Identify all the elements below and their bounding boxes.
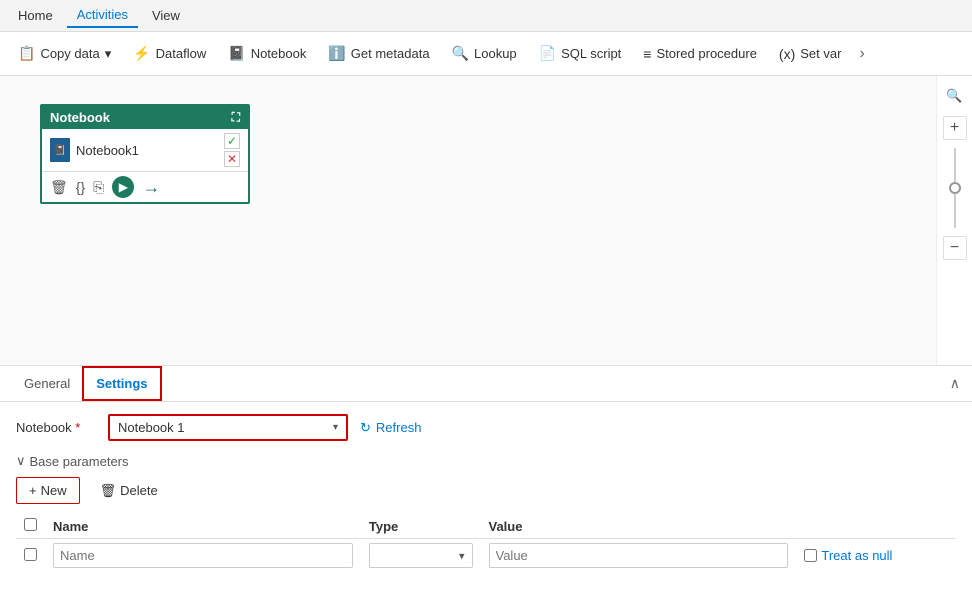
status-x-icon: ✕	[224, 151, 240, 167]
treat-null-checkbox[interactable]	[804, 549, 817, 562]
name-input[interactable]	[53, 543, 353, 568]
nav-view[interactable]: View	[142, 4, 190, 27]
notebook-block-actions: 🗑 {} ⎘ ▶ →	[42, 172, 248, 202]
refresh-icon: ↻	[360, 420, 371, 436]
notebook-dropdown[interactable]: Notebook 1 ▾	[108, 414, 348, 441]
row-treat-null-cell: Treat as null	[796, 539, 956, 573]
toolbar: 📋 Copy data ▾ ⚡ Dataflow 📓 Notebook ℹ️ G…	[0, 32, 972, 76]
plus-icon: +	[29, 483, 37, 498]
status-icons: ✓ ✕	[224, 133, 240, 167]
canvas[interactable]: Notebook ⛶ 📓 Notebook1 ✓ ✕ 🗑 {} ⎘ ▶ →	[0, 76, 936, 365]
copy-data-icon: 📋	[18, 45, 35, 62]
th-type: Type	[361, 514, 481, 539]
stored-procedure-button[interactable]: ≡ Stored procedure	[633, 42, 767, 66]
th-check	[16, 514, 45, 539]
value-input[interactable]	[489, 543, 789, 568]
set-var-icon: (x)	[779, 46, 795, 62]
stored-procedure-icon: ≡	[643, 46, 651, 62]
base-params-label: Base parameters	[30, 454, 129, 469]
get-metadata-icon: ℹ️	[328, 45, 345, 62]
collapse-panel-button[interactable]: ∧	[950, 375, 960, 392]
notebook-expand-icon[interactable]: ⛶	[232, 110, 240, 125]
tab-general[interactable]: General	[12, 368, 82, 399]
notebook-item-name: Notebook1	[76, 143, 218, 158]
zoom-thumb[interactable]	[949, 182, 961, 194]
type-select-wrap: String Int Boolean Float	[369, 543, 473, 568]
th-name: Name	[45, 514, 361, 539]
row-checkbox-cell	[16, 539, 45, 573]
dropdown-chevron-icon: ▾	[333, 422, 338, 433]
th-treat-null	[796, 514, 956, 539]
row-name-cell	[45, 539, 361, 573]
row-value-cell	[481, 539, 797, 573]
lookup-icon: 🔍	[452, 45, 469, 62]
settings-body: Notebook * Notebook 1 ▾ ↻ Refresh ∨ Base…	[0, 402, 972, 606]
notebook-block-body: 📓 Notebook1 ✓ ✕	[42, 129, 248, 172]
new-button[interactable]: + New	[16, 477, 80, 504]
code-action-icon[interactable]: {}	[76, 179, 85, 195]
notebook-block: Notebook ⛶ 📓 Notebook1 ✓ ✕ 🗑 {} ⎘ ▶ →	[40, 104, 250, 204]
dataflow-icon: ⚡	[133, 45, 150, 62]
tabs-row: General Settings ∧	[0, 366, 972, 402]
zoom-out-button[interactable]: −	[943, 236, 967, 260]
status-check-icon: ✓	[224, 133, 240, 149]
run-action-icon[interactable]: ▶	[112, 176, 134, 198]
bottom-panel: General Settings ∧ Notebook * Notebook 1…	[0, 366, 972, 606]
copy-action-icon[interactable]: ⎘	[93, 179, 104, 196]
action-buttons-row: + New 🗑 Delete	[16, 477, 956, 504]
notebook-icon: 📓	[228, 45, 245, 62]
notebook-block-header: Notebook ⛶	[42, 106, 248, 129]
top-nav: Home Activities View	[0, 0, 972, 32]
delete-button[interactable]: 🗑 Delete	[88, 478, 170, 504]
get-metadata-button[interactable]: ℹ️ Get metadata	[318, 41, 439, 66]
select-all-checkbox[interactable]	[24, 518, 37, 531]
delete-action-icon[interactable]: 🗑	[50, 179, 68, 196]
toolbar-more-button[interactable]: ›	[853, 41, 870, 67]
parameters-table: Name Type Value	[16, 514, 956, 572]
connect-action-icon[interactable]: →	[142, 177, 160, 198]
row-type-cell: String Int Boolean Float	[361, 539, 481, 573]
nav-activities[interactable]: Activities	[67, 3, 138, 28]
notebook-dropdown-value: Notebook 1	[118, 420, 185, 435]
refresh-button[interactable]: ↻ Refresh	[360, 420, 421, 436]
required-marker: *	[72, 420, 81, 435]
delete-trash-icon: 🗑	[100, 483, 117, 499]
copy-data-button[interactable]: 📋 Copy data ▾	[8, 41, 121, 66]
zoom-track	[954, 148, 956, 228]
set-var-button[interactable]: (x) Set var	[769, 42, 852, 66]
lookup-button[interactable]: 🔍 Lookup	[442, 41, 527, 66]
base-parameters-row[interactable]: ∨ Base parameters	[16, 453, 956, 469]
type-select[interactable]: String Int Boolean Float	[369, 543, 473, 568]
zoom-search-icon[interactable]: 🔍	[943, 84, 967, 108]
notebook-field-label: Notebook *	[16, 420, 96, 435]
notebook-file-icon: 📓	[50, 138, 70, 162]
table-row: String Int Boolean Float	[16, 539, 956, 573]
treat-as-null-label[interactable]: Treat as null	[804, 548, 948, 563]
zoom-in-button[interactable]: +	[943, 116, 967, 140]
main-canvas-area: Notebook ⛶ 📓 Notebook1 ✓ ✕ 🗑 {} ⎘ ▶ → 🔍 …	[0, 76, 972, 366]
dataflow-button[interactable]: ⚡ Dataflow	[123, 41, 216, 66]
row-checkbox[interactable]	[24, 548, 37, 561]
sql-script-button[interactable]: 📄 SQL script	[529, 41, 632, 66]
tab-settings[interactable]: Settings	[82, 366, 161, 401]
notebook-block-title: Notebook	[50, 110, 110, 125]
nav-home[interactable]: Home	[8, 4, 63, 27]
notebook-button[interactable]: 📓 Notebook	[218, 41, 316, 66]
table-header-row: Name Type Value	[16, 514, 956, 539]
base-params-chevron-icon: ∨	[16, 453, 26, 469]
th-value: Value	[481, 514, 797, 539]
zoom-panel: 🔍 + −	[936, 76, 972, 365]
dropdown-arrow-icon: ▾	[105, 46, 112, 62]
sql-script-icon: 📄	[539, 45, 556, 62]
notebook-field-row: Notebook * Notebook 1 ▾ ↻ Refresh	[16, 414, 956, 441]
